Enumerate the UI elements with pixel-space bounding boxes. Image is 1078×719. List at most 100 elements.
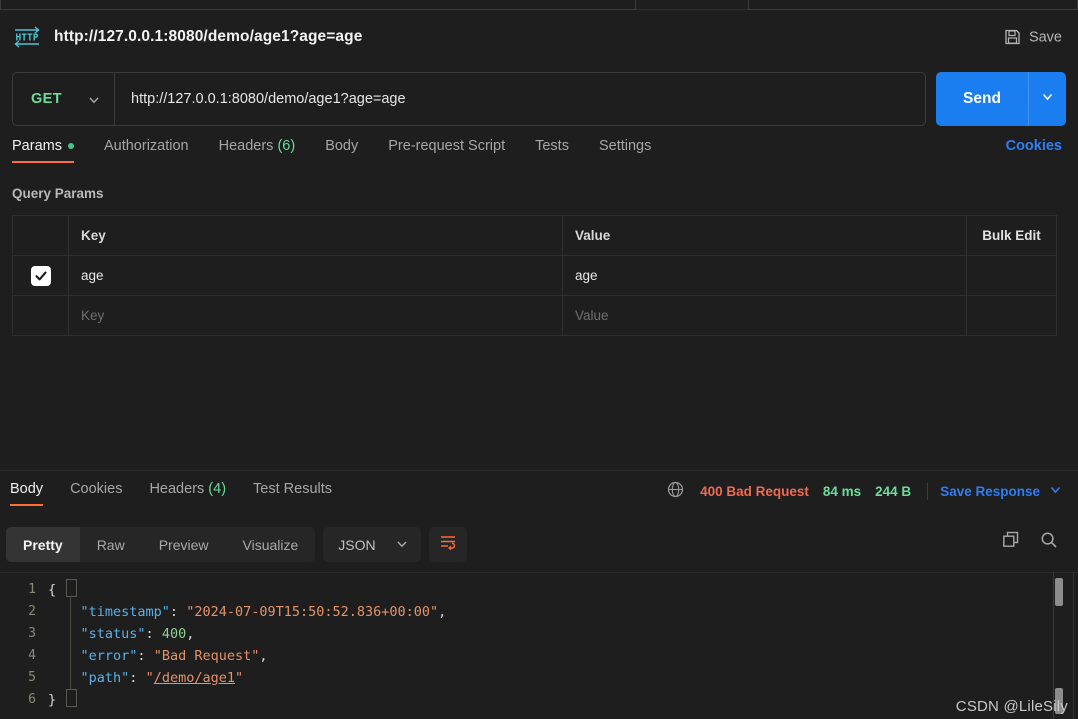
code-token: : (137, 648, 154, 664)
line-number: 1 (28, 582, 36, 597)
line-number: 2 (28, 604, 36, 619)
code-link[interactable]: /demo/age1 (154, 670, 235, 686)
tab-body[interactable]: Body (325, 138, 358, 163)
response-tab-cookies-label: Cookies (70, 481, 123, 497)
status-badge: 400 Bad Request (700, 483, 809, 499)
code-text: } (48, 689, 56, 711)
view-mode-visualize[interactable]: Visualize (226, 527, 316, 562)
tab-authorization-label: Authorization (103, 138, 189, 154)
method-selector[interactable]: GET (13, 73, 116, 125)
code-line: 5 "path": "/demo/age1" (0, 667, 1078, 689)
tab-tests[interactable]: Tests (535, 138, 569, 163)
code-token: "status" (80, 626, 146, 642)
meta-divider (927, 482, 929, 500)
empty-row-actions-cell (966, 295, 1057, 336)
response-tab-headers-label: Headers (149, 481, 205, 497)
tab-seam-right (748, 0, 1078, 10)
line-number: 3 (28, 626, 36, 641)
code-token: , (259, 648, 268, 664)
tab-settings-label: Settings (598, 138, 652, 154)
code-token: "error" (80, 648, 138, 664)
code-token: " (145, 670, 154, 686)
view-mode-segmented-control: Pretty Raw Preview Visualize (6, 527, 316, 562)
response-size: 244 B (875, 483, 912, 499)
view-mode-pretty[interactable]: Pretty (6, 527, 80, 562)
svg-text:HTTP: HTTP (16, 33, 39, 44)
http-protocol-icon: HTTP (12, 25, 42, 49)
header-key: Key (68, 215, 563, 256)
url-input[interactable] (115, 91, 925, 107)
response-separator (0, 470, 1078, 471)
code-text: "error": "Bad Request", (48, 645, 268, 667)
response-tab-test-results-label: Test Results (253, 481, 333, 497)
code-token: : (129, 670, 146, 686)
line-number: 6 (28, 692, 36, 707)
tab-strip (0, 0, 1078, 10)
tab-params-label: Params (12, 138, 62, 154)
code-line: 4 "error": "Bad Request", (0, 645, 1078, 667)
code-fold-guide (70, 596, 71, 690)
query-params-table: Key Value Bulk Edit age age Key Value (12, 215, 1057, 336)
send-button[interactable]: Send (936, 72, 1028, 126)
code-scrollbar-thumb[interactable] (1055, 578, 1063, 606)
code-token: : (169, 604, 187, 620)
code-text: { (48, 579, 56, 601)
tab-pre-request-script-label: Pre-request Script (388, 138, 506, 154)
response-body-code[interactable]: 1 {2 "timestamp": "2024-07-09T15:50:52.83… (0, 572, 1078, 719)
response-meta: 400 Bad Request 84 ms 244 B Save Respons… (667, 481, 1062, 501)
format-label: JSON (338, 536, 376, 553)
request-title-row: HTTP http://127.0.0.1:8080/demo/age1?age… (0, 10, 1078, 64)
tab-headers-count: (6) (277, 138, 296, 154)
request-tabs: Params Authorization Headers (6) Body Pr… (0, 138, 1078, 172)
code-token: : (145, 626, 162, 642)
code-token: , (186, 626, 195, 642)
wrap-text-button[interactable] (428, 527, 467, 562)
search-icon[interactable] (1040, 531, 1058, 554)
save-button[interactable]: Save (1004, 29, 1062, 46)
response-tab-headers-count: (4) (208, 481, 227, 497)
key-placeholder: Key (81, 308, 105, 323)
chevron-down-icon[interactable] (1049, 483, 1062, 499)
tab-headers-label: Headers (218, 138, 274, 154)
line-number: 4 (28, 648, 36, 663)
empty-row-key-cell[interactable]: Key (68, 295, 563, 336)
save-response-button[interactable]: Save Response (940, 484, 1040, 499)
tab-params[interactable]: Params (12, 138, 74, 163)
code-scrollbar-thumb-secondary[interactable] (1055, 688, 1063, 714)
table-row: Key Value (12, 295, 1057, 336)
tab-headers[interactable]: Headers (6) (219, 138, 296, 163)
response-tab-body[interactable]: Body (10, 481, 44, 506)
header-value: Value (562, 215, 967, 256)
bulk-edit-button[interactable]: Bulk Edit (982, 228, 1041, 243)
table-row: age age (12, 255, 1057, 296)
code-scrollbar[interactable] (1054, 572, 1064, 719)
code-token: { (48, 582, 57, 598)
tab-pre-request-script[interactable]: Pre-request Script (388, 138, 505, 163)
format-selector[interactable]: JSON (323, 527, 421, 562)
code-text: "timestamp": "2024-07-09T15:50:52.836+00… (48, 601, 447, 623)
method-label: GET (31, 91, 63, 107)
view-mode-preview[interactable]: Preview (142, 527, 226, 562)
brace-match-close (66, 689, 77, 707)
copy-icon[interactable] (1002, 531, 1020, 554)
line-number: 5 (28, 670, 36, 685)
response-tab-test-results[interactable]: Test Results (253, 481, 332, 506)
tab-authorization[interactable]: Authorization (104, 138, 189, 163)
globe-icon[interactable] (667, 481, 684, 501)
tab-settings[interactable]: Settings (599, 138, 651, 163)
empty-row-checkbox-cell (12, 295, 69, 336)
response-tab-cookies[interactable]: Cookies (70, 481, 122, 506)
chevron-down-icon (1041, 90, 1054, 108)
response-tab-headers[interactable]: Headers (4) (149, 481, 226, 506)
save-button-label: Save (1028, 29, 1062, 45)
row-checkbox-checked[interactable] (30, 265, 51, 286)
wrap-text-icon (439, 534, 457, 555)
view-mode-raw[interactable]: Raw (80, 527, 142, 562)
send-options-caret[interactable] (1028, 72, 1066, 126)
table-header-row: Key Value Bulk Edit (12, 215, 1057, 256)
cookies-link[interactable]: Cookies (1006, 138, 1062, 154)
chevron-down-icon (396, 537, 408, 553)
empty-row-value-cell[interactable]: Value (562, 295, 967, 336)
